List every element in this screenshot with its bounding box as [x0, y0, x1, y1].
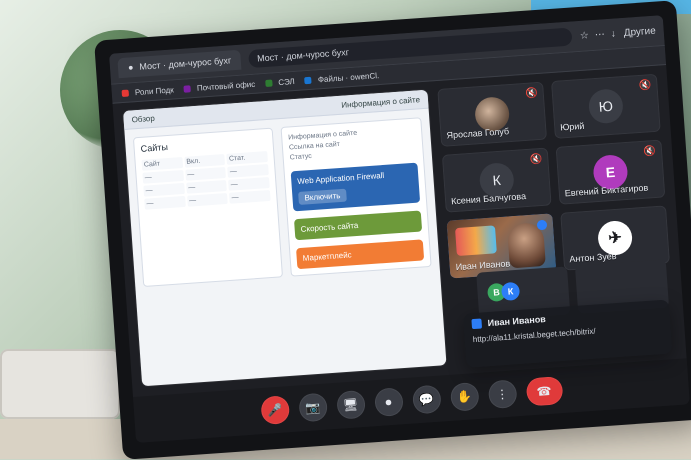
table-cell: —	[184, 166, 227, 181]
shared-right-panel: Информация о сайте Ссылка на сайт Статус…	[280, 117, 432, 277]
end-call-button[interactable]: ☎	[525, 376, 564, 407]
address-text: Мост · дом-чурос бухг	[256, 47, 350, 64]
chat-button[interactable]: 💬	[411, 384, 442, 415]
browser-tab[interactable]: ● Мост · дом-чурос бухг	[117, 49, 242, 79]
record-icon: ⏺	[384, 394, 392, 409]
bookmark-label: Почтовый офис	[196, 79, 256, 93]
shared-left-title: Сайты	[140, 141, 169, 154]
printer	[0, 349, 120, 419]
screen-share-icon: 🖥	[342, 397, 359, 413]
info-lines: Информация о сайте Ссылка на сайт Статус	[288, 125, 417, 164]
other-bookmarks[interactable]: Другие	[623, 25, 656, 38]
bookmark-label: Роли Подк	[134, 84, 175, 97]
mic-off-icon: 🔇	[529, 153, 543, 166]
bookmark-label: Файлы · owenCl.	[317, 70, 380, 84]
browser-icons: ☆ ⋯ ↓	[580, 28, 617, 41]
poster-decoration	[455, 225, 497, 257]
mic-off-icon: 🔇	[525, 88, 539, 100]
mini-avatar-icon: К	[500, 281, 521, 302]
background-room: ● Мост · дом-чурос бухг Мост · дом-чурос…	[0, 0, 691, 460]
chat-author: Иван Иванов	[487, 314, 547, 329]
bookmark-dot-icon	[304, 76, 312, 85]
bookmark-label: СЭЛ	[277, 76, 296, 87]
shared-mini-table: Сайт Вкл. Стат. — — — — — — — — —	[141, 151, 271, 210]
mic-toggle-button[interactable]: 🎤	[259, 395, 290, 426]
tab-favicon-icon: ●	[127, 62, 134, 73]
shared-screen-body: Сайты Сайт Вкл. Стат. — — — — — — — — — …	[124, 109, 440, 296]
bookmark-item[interactable]: Файлы · owenCl.	[304, 71, 379, 85]
shared-screen: Обзор Информация о сайте Сайты Сайт Вкл.…	[123, 89, 447, 387]
promo-waf-button[interactable]: Включить	[298, 188, 347, 205]
shared-header-left: Обзор	[131, 113, 156, 124]
promo-waf: Web Application Firewall Включить	[290, 162, 421, 212]
record-button[interactable]: ⏺	[373, 387, 404, 418]
table-header-cell: Вкл.	[184, 154, 226, 168]
promo-speed-title: Скорость сайта	[300, 220, 359, 234]
bookmark-item[interactable]: Почтовый офис	[183, 79, 255, 93]
participant-tile[interactable]: Е 🔇 Евгений Биктагиров	[555, 139, 666, 205]
bookmark-dot-icon	[183, 85, 191, 93]
more-icon: ⋮	[495, 386, 509, 402]
participant-name: Евгений Биктагиров	[564, 182, 649, 199]
table-cell: —	[186, 192, 229, 207]
participant-tile[interactable]: Ю 🔇 Юрий	[550, 73, 661, 139]
raise-hand-button[interactable]: ✋	[449, 381, 480, 412]
table-cell: —	[143, 182, 185, 197]
chat-bubble-icon: 💬	[418, 392, 435, 408]
chat-icon	[471, 318, 483, 330]
table-cell: —	[227, 164, 269, 178]
table-cell: —	[142, 169, 184, 184]
download-icon[interactable]: ↓	[610, 28, 616, 39]
shared-header-right: Информация о сайте	[340, 94, 421, 110]
monitor-screen: ● Мост · дом-чурос бухг Мост · дом-чурос…	[109, 15, 690, 443]
promo-marketplace-title: Маркетплейс	[302, 250, 352, 263]
camera-icon: 📷	[304, 399, 321, 415]
participant-tile[interactable]: К 🔇 Ксения Балчугова	[441, 147, 552, 213]
tab-label: Мост · дом-чурос бухг	[139, 55, 232, 72]
shared-left-panel: Сайты Сайт Вкл. Стат. — — — — — — — — —	[132, 127, 284, 288]
screen-share-button[interactable]: 🖥	[335, 389, 366, 420]
monitor: ● Мост · дом-чурос бухг Мост · дом-чурос…	[94, 0, 691, 460]
mic-icon: 🎤	[266, 402, 283, 418]
mic-off-icon: 🔇	[638, 80, 652, 92]
promo-marketplace: Маркетплейс	[296, 239, 425, 270]
table-cell: —	[144, 195, 186, 210]
table-header-cell: Сайт	[141, 156, 183, 171]
participant-name: Юрий	[559, 120, 585, 133]
participant-name: Ярослав Голуб	[446, 126, 510, 141]
hand-icon: ✋	[456, 389, 473, 405]
table-cell: —	[185, 179, 228, 194]
promo-speed: Скорость сайта	[293, 210, 423, 241]
participant-avatar: Ю	[587, 88, 625, 125]
bookmark-dot-icon	[264, 79, 273, 87]
bookmark-item[interactable]: СЭЛ	[264, 76, 296, 87]
phone-hangup-icon: ☎	[536, 383, 553, 399]
participant-name: Ксения Балчугова	[450, 191, 527, 207]
camera-toggle-button[interactable]: 📷	[297, 392, 328, 423]
mic-off-icon: 🔇	[643, 145, 657, 158]
star-icon[interactable]: ☆	[580, 30, 590, 42]
bookmark-dot-icon	[121, 89, 130, 97]
bookmark-item[interactable]: Роли Подк	[121, 85, 174, 98]
promo-waf-title: Web Application Firewall	[297, 170, 385, 186]
participant-tile[interactable]: 🔇 Ярослав Голуб	[437, 81, 548, 147]
table-cell: —	[229, 189, 271, 204]
table-header-cell: Стат.	[226, 151, 268, 165]
participant-name: Антон Зуев	[569, 250, 617, 265]
table-cell: —	[228, 176, 270, 191]
more-button[interactable]: ⋮	[487, 379, 518, 410]
extensions-icon[interactable]: ⋯	[594, 29, 605, 41]
